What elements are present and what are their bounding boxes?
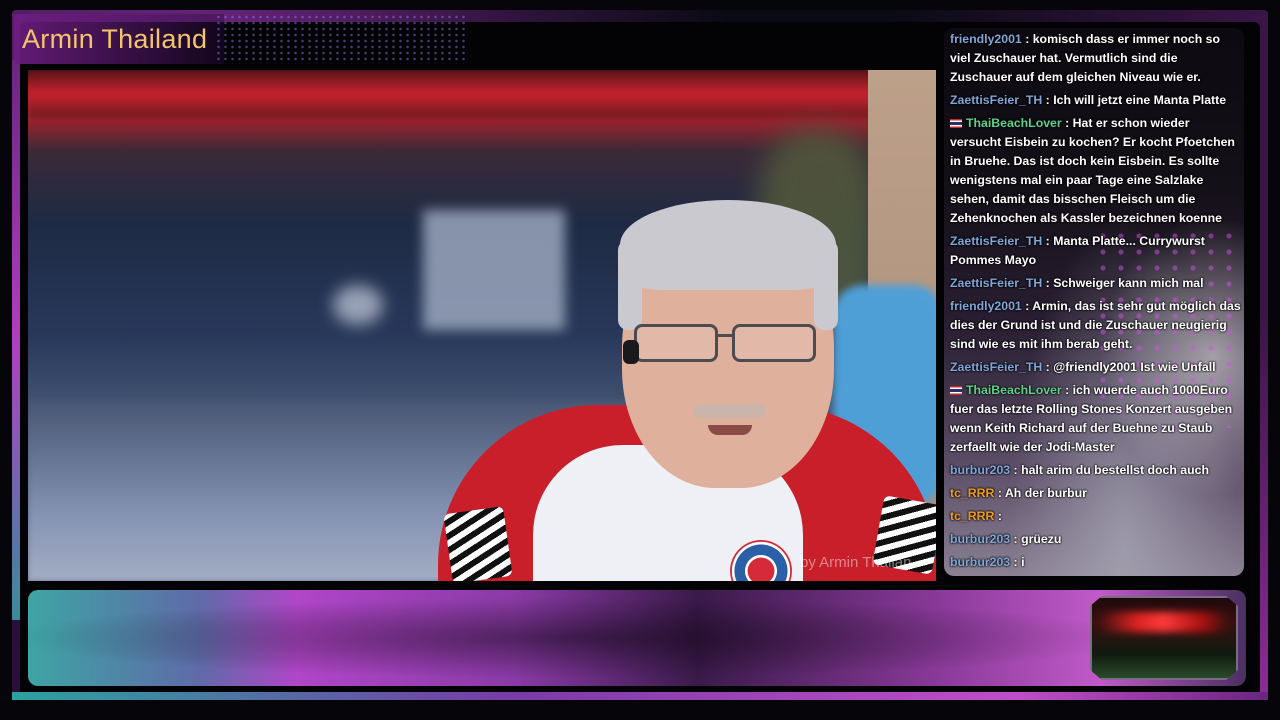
streamer-hair-left <box>618 240 642 330</box>
thai-flag-icon <box>950 119 962 128</box>
chat-username[interactable]: friendly2001 <box>950 32 1022 46</box>
background-lamp <box>333 285 383 325</box>
chat-username[interactable]: ZaettisFeier_TH <box>950 276 1042 290</box>
title-dot-pattern <box>215 14 465 64</box>
chat-panel[interactable]: friendly2001 : komisch dass er immer noc… <box>944 28 1244 576</box>
chat-text: Ich will jetzt eine Manta Platte <box>1053 93 1227 107</box>
chat-username[interactable]: ZaettisFeier_TH <box>950 234 1042 248</box>
chat-username[interactable]: ZaettisFeier_TH <box>950 93 1042 107</box>
chat-username[interactable]: ZaettisFeier_TH <box>950 360 1042 374</box>
chat-message: friendly2001 : komisch dass er immer noc… <box>950 32 1220 84</box>
chat-message: ZaettisFeier_TH : Ich will jetzt eine Ma… <box>950 93 1227 107</box>
webcam-video[interactable]: by Armin Thailan <box>28 70 936 581</box>
video-watermark: by Armin Thailan <box>800 554 912 571</box>
chat-username[interactable]: tc_RRR <box>950 509 994 523</box>
headset-icon <box>623 340 639 364</box>
streamer-mouth <box>708 425 752 435</box>
chat-username[interactable]: ThaiBeachLover <box>966 116 1062 130</box>
chat-username[interactable]: burbur203 <box>950 463 1010 477</box>
chat-username[interactable]: burbur203 <box>950 532 1010 546</box>
chat-message: friendly2001 : Armin, das ist sehr gut m… <box>950 299 1241 351</box>
streamer-hair <box>620 200 836 290</box>
frame-glow-left <box>12 60 20 620</box>
chat-message: burbur203 : i <box>950 555 1025 569</box>
streamer-hair-right <box>814 240 838 330</box>
chat-message: ZaettisFeier_TH : Schweiger kann mich ma… <box>950 276 1204 290</box>
chat-message: tc_RRR : Ah der burbur <box>950 486 1087 500</box>
jacket-stripes-left <box>443 506 513 581</box>
chat-text: @friendly2001 Ist wie Unfall <box>1053 360 1216 374</box>
streamer-mustache <box>694 404 766 418</box>
chat-message: ThaiBeachLover : Hat er schon wieder ver… <box>950 116 1235 225</box>
glasses-lens-left <box>634 324 718 362</box>
glasses-icon <box>628 318 824 368</box>
frame-glow-bottom <box>12 692 1268 700</box>
chat-message: ZaettisFeier_TH : @friendly2001 Ist wie … <box>950 360 1216 374</box>
chat-message: burbur203 : halt arim du bestellst doch … <box>950 463 1209 477</box>
chat-text: halt arim du bestellst doch auch <box>1021 463 1209 477</box>
glasses-lens-right <box>732 324 816 362</box>
chat-username[interactable]: friendly2001 <box>950 299 1022 313</box>
bottom-banner <box>28 590 1246 686</box>
chat-message: tc_RRR : <box>950 509 1002 523</box>
chat-text: grüezu <box>1021 532 1062 546</box>
background-red-light <box>28 70 936 118</box>
chat-username[interactable]: ThaiBeachLover <box>966 383 1062 397</box>
thai-flag-icon <box>950 386 962 395</box>
chat-text: Schweiger kann mich mal <box>1053 276 1204 290</box>
chat-text: Ah der burbur <box>1004 486 1087 500</box>
chat-username[interactable]: tc_RRR <box>950 486 994 500</box>
camera-red-light <box>1098 612 1228 632</box>
chat-message: ThaiBeachLover : ich wuerde auch 1000Eur… <box>950 383 1233 454</box>
chat-text: i <box>1021 555 1025 569</box>
secondary-camera-preview[interactable] <box>1090 596 1238 680</box>
background-monitor <box>423 210 565 330</box>
chat-text: Hat er schon wieder versucht Eisbein zu … <box>950 116 1235 225</box>
chat-message-list[interactable]: friendly2001 : komisch dass er immer noc… <box>950 30 1242 576</box>
chat-username[interactable]: burbur203 <box>950 555 1010 569</box>
chat-message: burbur203 : grüezu <box>950 532 1062 546</box>
stream-title: Armin Thailand <box>14 14 224 64</box>
chat-message: ZaettisFeier_TH : Manta Platte... Curryw… <box>950 234 1205 267</box>
